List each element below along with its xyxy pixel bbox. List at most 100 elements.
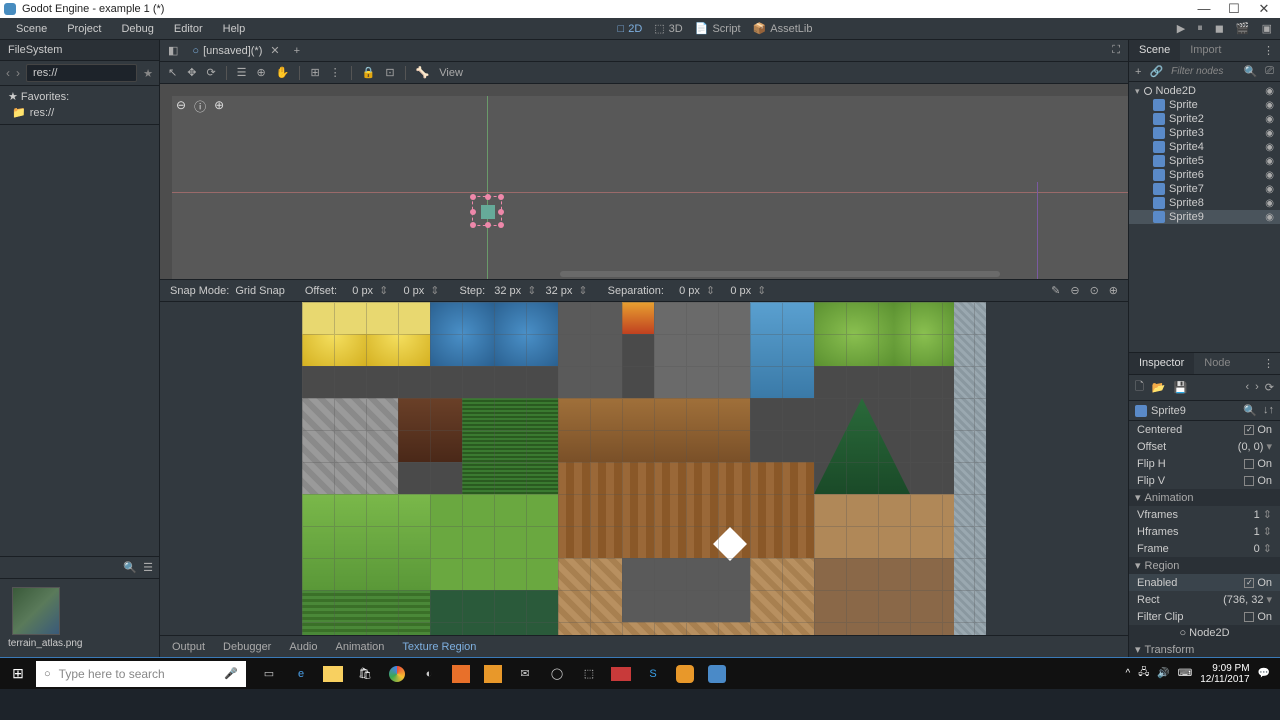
visibility-icon[interactable]: ◉ (1265, 170, 1274, 181)
dock-options-icon[interactable]: ⋮ (1257, 353, 1280, 374)
taskbar-app-icon[interactable] (676, 665, 694, 683)
menu-project[interactable]: Project (59, 21, 109, 37)
taskbar-explorer-icon[interactable] (323, 666, 343, 682)
workspace-script[interactable]: 📄 Script (695, 22, 741, 35)
new-tab-icon[interactable]: + (294, 45, 300, 57)
tab-debugger[interactable]: Debugger (223, 641, 271, 653)
taskbar-mail-icon[interactable]: ✉ (510, 660, 540, 688)
taskbar-app-icon[interactable] (484, 665, 502, 683)
prop-fliph[interactable]: On (1244, 458, 1272, 470)
search-icon[interactable]: 🔍 (123, 561, 137, 574)
rotate-mode-icon[interactable]: ⟳ (206, 66, 215, 79)
visibility-icon[interactable]: ◉ (1265, 142, 1274, 153)
workspace-3d[interactable]: ⬚ 3D (654, 22, 682, 35)
texture-region-editor[interactable] (160, 302, 1128, 635)
tray-network-icon[interactable]: 🖧 (1138, 665, 1149, 682)
distraction-free-icon[interactable]: ◧ (168, 44, 178, 57)
tray-lang-icon[interactable]: ⌨ (1178, 668, 1192, 679)
tree-node[interactable]: Sprite◉ (1129, 98, 1280, 112)
list-select-icon[interactable]: ☰ (237, 66, 247, 79)
path-field[interactable]: res:// (26, 64, 137, 82)
tree-node[interactable]: Sprite4◉ (1129, 140, 1280, 154)
region-zoom-reset-icon[interactable]: ⊙ (1090, 284, 1099, 297)
history-icon[interactable]: ⟳ (1265, 381, 1274, 394)
task-view-icon[interactable]: ▭ (254, 660, 284, 688)
list-view-icon[interactable]: ☰ (143, 561, 153, 574)
expand-icon[interactable]: ⛶ (1112, 44, 1120, 57)
file-thumb[interactable]: terrain_atlas.png (8, 587, 64, 649)
taskbar-app-icon[interactable] (611, 667, 631, 681)
tree-node[interactable]: Sprite5◉ (1129, 154, 1280, 168)
pivot-icon[interactable]: ⊕ (257, 66, 266, 79)
visibility-icon[interactable]: ◉ (1265, 128, 1274, 139)
visibility-icon[interactable]: ◉ (1265, 114, 1274, 125)
taskbar-app-icon[interactable] (452, 665, 470, 683)
prop-frame[interactable]: 0 ⇕ (1254, 542, 1272, 555)
obj-sort-icon[interactable]: ↓↑ (1263, 404, 1274, 417)
tab-node[interactable]: Node (1194, 353, 1240, 374)
visibility-icon[interactable]: ◉ (1265, 198, 1274, 209)
load-resource-icon[interactable]: 📂 (1152, 381, 1166, 394)
tray-volume-icon[interactable]: 🔊 (1157, 668, 1169, 679)
nav-back-icon[interactable]: ‹ (6, 66, 10, 80)
snap-config-icon[interactable]: ⋮ (330, 66, 341, 79)
visibility-icon[interactable]: ◉ (1265, 100, 1274, 111)
zoom-reset-icon[interactable]: ⓘ (194, 98, 206, 115)
taskbar-godot-icon[interactable] (708, 665, 726, 683)
play-button[interactable]: ▶ (1177, 22, 1185, 35)
lock-icon[interactable]: 🔒 (362, 66, 376, 79)
sep-y[interactable]: 0 px (721, 285, 751, 297)
tab-texture-region[interactable]: Texture Region (402, 641, 476, 653)
prop-vframes[interactable]: 1 ⇕ (1254, 508, 1272, 521)
tab-animation[interactable]: Animation (336, 641, 385, 653)
bone-icon[interactable]: 🦴 (416, 66, 430, 79)
start-button[interactable]: ⊞ (0, 658, 36, 690)
prop-offset[interactable]: (0, 0) ▾ (1238, 440, 1272, 453)
prop-hframes[interactable]: 1 ⇕ (1254, 525, 1272, 538)
prop-enabled[interactable]: ✓ On (1244, 577, 1272, 589)
add-node-icon[interactable]: + (1135, 66, 1141, 78)
node-root[interactable]: ▾ Node2D ◉ (1129, 84, 1280, 98)
offset-x[interactable]: 0 px (343, 285, 373, 297)
visibility-icon[interactable]: ◉ (1265, 184, 1274, 195)
play-scene-button[interactable]: 🎬 (1236, 22, 1250, 35)
menu-help[interactable]: Help (215, 21, 254, 37)
snap-mode-value[interactable]: Grid Snap (235, 285, 285, 297)
step-x[interactable]: 32 px (491, 285, 521, 297)
prop-flipv[interactable]: On (1244, 475, 1272, 487)
taskbar-skype-icon[interactable]: S (638, 660, 668, 688)
close-tab-icon[interactable]: ✕ (270, 44, 279, 57)
taskbar-store-icon[interactable]: 🛍 (350, 660, 380, 688)
close-button[interactable]: ✕ (1252, 1, 1276, 17)
group-icon[interactable]: ⊡ (385, 66, 394, 79)
visibility-icon[interactable]: ◉ (1265, 212, 1274, 223)
res-folder[interactable]: 📁 res:// (8, 105, 151, 120)
zoom-out-icon[interactable]: ⊖ (176, 98, 186, 115)
taskbar-chrome-icon[interactable] (382, 660, 412, 688)
taskbar-app-icon[interactable]: ◐ (414, 660, 444, 688)
tab-import[interactable]: Import (1180, 40, 1231, 61)
zoom-in-icon[interactable]: ⊕ (214, 98, 224, 115)
tree-node-selected[interactable]: Sprite9◉ (1129, 210, 1280, 224)
select-mode-icon[interactable]: ↖ (168, 66, 177, 79)
tab-output[interactable]: Output (172, 641, 205, 653)
tree-node[interactable]: Sprite7◉ (1129, 182, 1280, 196)
dock-options-icon[interactable]: ⋮ (1257, 40, 1280, 61)
maximize-button[interactable]: ☐ (1222, 1, 1246, 17)
save-resource-icon[interactable]: 💾 (1174, 381, 1188, 394)
scene-tab-unsaved[interactable]: ○ [unsaved](*) ✕ (186, 42, 285, 59)
notifications-icon[interactable]: 💬 (1258, 668, 1270, 679)
tab-audio[interactable]: Audio (289, 641, 317, 653)
history-prev-icon[interactable]: ‹ (1245, 381, 1249, 394)
tree-node[interactable]: Sprite2◉ (1129, 112, 1280, 126)
offset-y[interactable]: 0 px (394, 285, 424, 297)
workspace-2d[interactable]: □ 2D (618, 22, 643, 35)
pause-button[interactable]: ⏸ (1197, 22, 1203, 35)
taskbar-app-icon[interactable]: ◯ (542, 660, 572, 688)
mic-icon[interactable]: 🎤 (224, 667, 238, 680)
nav-forward-icon[interactable]: › (16, 66, 20, 80)
stop-button[interactable]: ◼ (1215, 22, 1224, 35)
step-y[interactable]: 32 px (542, 285, 572, 297)
sep-x[interactable]: 0 px (670, 285, 700, 297)
workspace-assetlib[interactable]: 📦 AssetLib (753, 22, 813, 35)
